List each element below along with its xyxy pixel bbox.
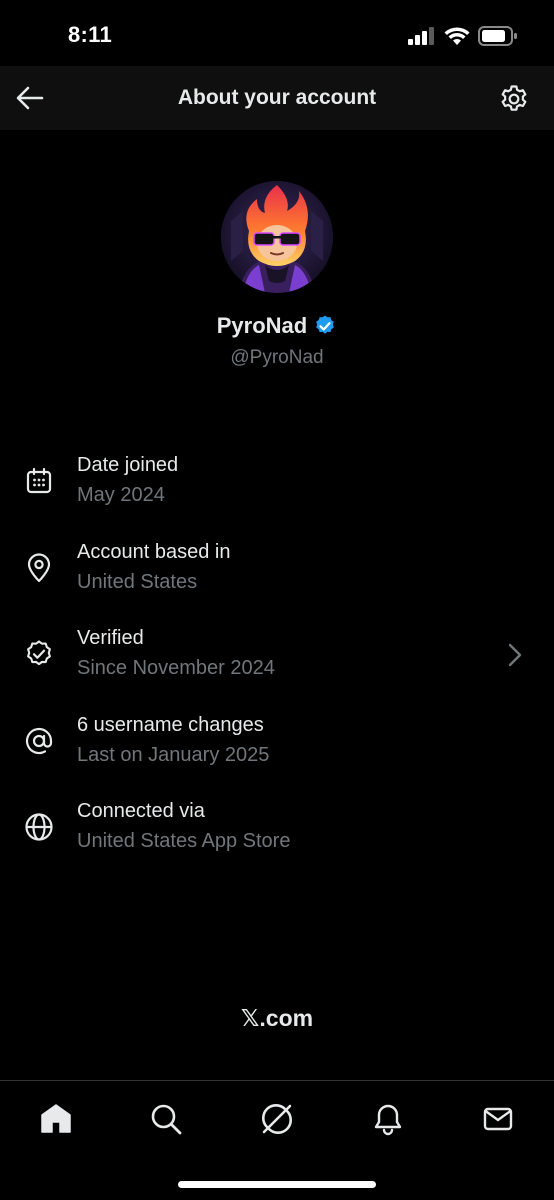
battery-icon — [478, 26, 517, 46]
tab-home[interactable] — [36, 1099, 76, 1139]
account-based-in-item: Account based in United States — [0, 535, 554, 622]
username-changes-item: 6 username changes Last on January 2025 — [0, 708, 554, 795]
globe-icon — [24, 812, 54, 842]
top-nav-header: About your account — [0, 66, 554, 130]
tab-search[interactable] — [146, 1099, 186, 1139]
connected-via-item: Connected via United States App Store — [0, 794, 554, 881]
page-title: About your account — [177, 86, 377, 109]
info-title: 6 username changes — [77, 713, 264, 736]
wifi-icon — [444, 26, 470, 45]
info-subtitle: Since November 2024 — [77, 657, 275, 679]
display-name: PyroNad — [216, 313, 308, 338]
info-subtitle: Last on January 2025 — [77, 743, 270, 766]
date-joined-item: Date joined May 2024 — [0, 448, 554, 535]
tab-grok[interactable] — [257, 1099, 297, 1139]
home-indicator[interactable] — [178, 1181, 376, 1188]
status-time: 8:11 — [68, 22, 113, 47]
tab-messages[interactable] — [478, 1099, 518, 1139]
chevron-right-icon — [508, 643, 522, 667]
notifications-bell-icon — [374, 1104, 402, 1136]
info-title: Account based in — [77, 540, 231, 563]
gear-icon — [501, 85, 527, 111]
x-com-link[interactable]: 𝕏.com — [0, 1005, 554, 1032]
grok-icon — [262, 1104, 292, 1134]
status-icons — [408, 26, 518, 46]
at-sign-icon — [24, 726, 54, 756]
info-subtitle: May 2024 — [77, 484, 165, 506]
display-name-row: PyroNad — [0, 313, 554, 339]
location-pin-icon — [24, 552, 54, 583]
info-title: Date joined — [77, 454, 179, 476]
messages-envelope-icon — [483, 1107, 513, 1131]
search-icon — [151, 1104, 182, 1135]
info-subtitle: United States App Store — [77, 830, 291, 852]
profile-avatar[interactable] — [221, 181, 333, 293]
verified-badge-icon — [24, 639, 54, 669]
status-bar: 8:11 — [0, 0, 554, 66]
account-info-list: Date joined May 2024 Account based in Un… — [0, 448, 554, 881]
calendar-icon — [24, 466, 54, 496]
home-icon — [41, 1104, 71, 1133]
verified-checkmark-icon — [316, 315, 335, 334]
username-handle: @PyroNad — [230, 347, 324, 368]
settings-button[interactable] — [498, 83, 530, 115]
verified-item[interactable]: Verified Since November 2024 — [0, 621, 554, 708]
tab-notifications[interactable] — [368, 1099, 408, 1139]
flame-character-avatar-image — [221, 181, 333, 293]
info-title: Verified — [77, 627, 144, 649]
info-title: Connected via — [77, 800, 205, 822]
info-subtitle: United States — [77, 570, 198, 593]
cellular-signal-icon — [408, 27, 434, 45]
